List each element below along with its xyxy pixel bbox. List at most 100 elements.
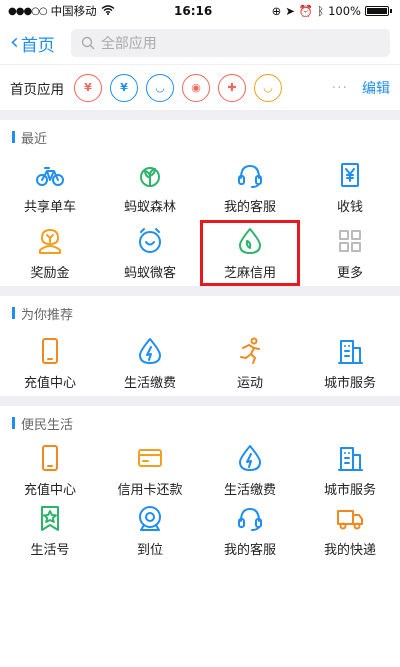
section-title: 为你推荐 bbox=[21, 307, 74, 323]
building-icon bbox=[335, 443, 365, 473]
yen-bag-icon[interactable]: ¥ bbox=[74, 73, 102, 102]
app-tile[interactable]: 我的客服 bbox=[200, 154, 300, 220]
app-tile[interactable]: 信用卡还款 bbox=[100, 440, 200, 500]
section-title: 便民生活 bbox=[21, 417, 74, 433]
section-marker bbox=[12, 417, 15, 429]
search-input[interactable]: 全部应用 bbox=[70, 29, 390, 57]
star-bookmark-icon bbox=[35, 503, 65, 533]
section-header: 为你推荐 bbox=[0, 296, 400, 330]
back-button[interactable]: ‹ 首页 bbox=[10, 31, 55, 56]
bolt-drop-icon bbox=[135, 336, 165, 366]
battery-icon bbox=[365, 6, 389, 16]
carrier-label: 中国移动 bbox=[50, 4, 97, 18]
app-tile[interactable]: 芝麻信用 bbox=[200, 220, 300, 286]
app-label: 城市服务 bbox=[323, 482, 376, 498]
location-ring-icon bbox=[135, 503, 165, 533]
lock-rotation-icon: ⊕ bbox=[271, 4, 282, 18]
section-header: 便民生活 bbox=[0, 406, 400, 440]
app-tile[interactable]: 生活缴费 bbox=[100, 330, 200, 396]
app-label: 生活号 bbox=[30, 542, 70, 558]
alarm-icon[interactable]: ◡ bbox=[146, 73, 174, 102]
edit-button[interactable]: 编辑 bbox=[362, 78, 390, 98]
bolt-drop-icon bbox=[235, 443, 265, 473]
app-sections: 最近 共享单车 蚂蚁森林 我的客服 收钱 奖励金 蚂蚁微客 芝麻信用 更多 为你推荐 充值中心 生活缴… bbox=[0, 120, 400, 560]
app-tile[interactable]: 城市服务 bbox=[300, 440, 400, 500]
app-tile[interactable]: 共享单车 bbox=[0, 154, 100, 220]
yen-circle-icon[interactable]: ¥ bbox=[110, 73, 138, 102]
app-label: 我的客服 bbox=[223, 199, 276, 215]
location-arrow-icon: ➤ bbox=[285, 4, 295, 18]
app-label: 充值中心 bbox=[23, 482, 76, 498]
app-tile[interactable]: 充值中心 bbox=[0, 330, 100, 396]
grid-more-icon bbox=[335, 226, 365, 256]
app-label: 生活缴费 bbox=[223, 482, 276, 498]
divider bbox=[0, 110, 400, 120]
signal-icon: ●●●○○ bbox=[8, 5, 48, 17]
gamepad-icon[interactable]: ✚ bbox=[218, 73, 246, 102]
headset-icon bbox=[235, 503, 265, 533]
app-label: 共享单车 bbox=[23, 199, 76, 215]
battery-percent: 100% bbox=[328, 4, 361, 18]
app-tile[interactable]: 生活号 bbox=[0, 500, 100, 560]
app-tile[interactable]: 城市服务 bbox=[300, 330, 400, 396]
reward-icon bbox=[35, 226, 65, 256]
app-tile[interactable]: 我的快递 bbox=[300, 500, 400, 560]
home-apps-label: 首页应用 bbox=[10, 81, 64, 98]
runner-icon bbox=[235, 336, 265, 366]
app-label: 蚂蚁微客 bbox=[123, 265, 176, 281]
more-dots-icon: ··· bbox=[331, 79, 348, 96]
search-placeholder: 全部应用 bbox=[100, 36, 157, 52]
app-label: 城市服务 bbox=[323, 375, 376, 391]
app-label: 运动 bbox=[236, 375, 263, 391]
app-label: 收钱 bbox=[336, 199, 363, 215]
cup-icon[interactable]: ◡ bbox=[254, 73, 282, 102]
phone-icon bbox=[35, 336, 65, 366]
glasses-face-icon[interactable]: ◉ bbox=[182, 73, 210, 102]
home-apps-bar: 首页应用 ¥ ¥ ◡ ◉ ✚ ◡ ··· 编辑 bbox=[0, 64, 400, 110]
section-divider bbox=[0, 396, 400, 406]
app-label: 奖励金 bbox=[30, 265, 70, 281]
app-label: 到位 bbox=[136, 542, 163, 558]
alarm-status-icon: ⏰ bbox=[298, 4, 314, 18]
app-tile[interactable]: 更多 bbox=[300, 220, 400, 286]
app-tile[interactable]: 我的客服 bbox=[200, 500, 300, 560]
app-grid: 充值中心 生活缴费 运动 城市服务 bbox=[0, 330, 400, 396]
home-apps-icons: ¥ ¥ ◡ ◉ ✚ ◡ bbox=[74, 73, 328, 102]
section-marker bbox=[12, 131, 15, 143]
app-label: 生活缴费 bbox=[123, 375, 176, 391]
card-icon bbox=[135, 443, 165, 473]
app-tile[interactable]: 奖励金 bbox=[0, 220, 100, 286]
yen-receipt-icon bbox=[335, 160, 365, 190]
building-icon bbox=[335, 336, 365, 366]
app-grid: 共享单车 蚂蚁森林 我的客服 收钱奖励金 蚂蚁微客 芝麻信用 更多 bbox=[0, 154, 400, 286]
bike-icon bbox=[35, 160, 65, 190]
chevron-left-icon: ‹ bbox=[10, 30, 19, 55]
wifi-icon bbox=[101, 4, 115, 18]
app-tile[interactable]: 蚂蚁森林 bbox=[100, 154, 200, 220]
app-label: 信用卡还款 bbox=[117, 482, 183, 498]
app-label: 蚂蚁森林 bbox=[123, 199, 176, 215]
app-label: 我的客服 bbox=[223, 542, 276, 558]
sesame-drop-icon bbox=[235, 226, 265, 256]
status-bar: ●●●○○ 中国移动 16:16 ⊕ ➤ ⏰ ᛒ 100% bbox=[0, 0, 400, 22]
section-header: 最近 bbox=[0, 120, 400, 154]
app-label: 更多 bbox=[336, 265, 363, 281]
phone-icon bbox=[35, 443, 65, 473]
app-tile[interactable]: 收钱 bbox=[300, 154, 400, 220]
truck-icon bbox=[335, 503, 365, 533]
section-title: 最近 bbox=[21, 131, 48, 147]
app-label: 芝麻信用 bbox=[223, 265, 276, 281]
bluetooth-icon: ᛒ bbox=[317, 4, 325, 18]
nav-bar: ‹ 首页 全部应用 bbox=[0, 22, 400, 64]
app-label: 我的快递 bbox=[323, 542, 376, 558]
headset-icon bbox=[235, 160, 265, 190]
app-tile[interactable]: 蚂蚁微客 bbox=[100, 220, 200, 286]
app-grid: 充值中心 信用卡还款 生活缴费 城市服务生活号 到位 我的客服 我的快递 bbox=[0, 440, 400, 560]
app-tile[interactable]: 到位 bbox=[100, 500, 200, 560]
app-tile[interactable]: 充值中心 bbox=[0, 440, 100, 500]
app-tile[interactable]: 生活缴费 bbox=[200, 440, 300, 500]
status-time: 16:16 bbox=[174, 4, 213, 18]
app-tile[interactable]: 运动 bbox=[200, 330, 300, 396]
app-label: 充值中心 bbox=[23, 375, 76, 391]
section-marker bbox=[12, 307, 15, 319]
